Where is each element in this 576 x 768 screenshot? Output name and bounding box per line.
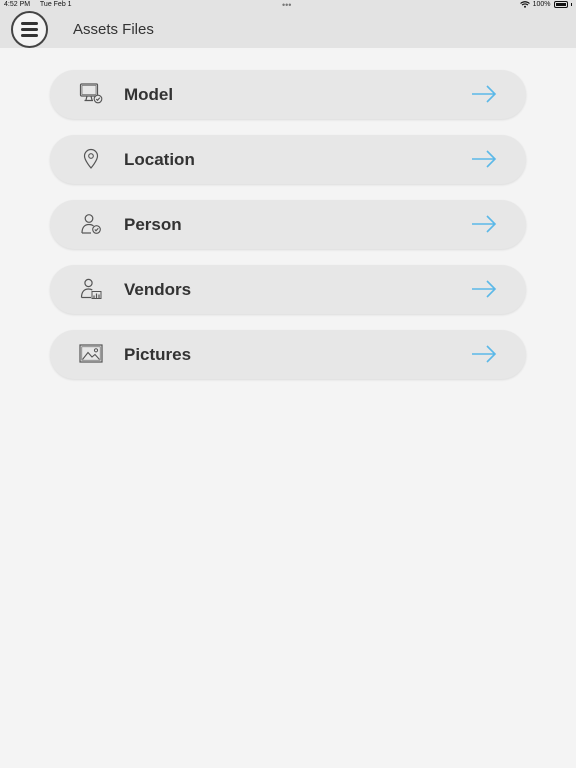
hamburger-icon-bar-middle	[21, 28, 38, 31]
status-right: 100%	[519, 1, 572, 8]
list-item-location[interactable]: Location	[50, 135, 526, 184]
list-item-vendors[interactable]: Vendors	[50, 265, 526, 314]
wifi-icon	[519, 1, 530, 8]
multitask-dots-icon[interactable]: •••	[282, 0, 291, 10]
hamburger-icon-bar-top	[21, 22, 38, 25]
arrow-right-icon[interactable]	[471, 84, 497, 104]
assets-files-list: Model Location Person Vendors Pictures	[50, 70, 526, 395]
status-date: Tue Feb 1	[39, 1, 72, 8]
status-left: 4:52 PM Tue Feb 1	[4, 1, 80, 8]
list-item-label: Vendors	[124, 280, 192, 299]
battery-nub	[570, 3, 572, 6]
status-time: 4:52 PM	[4, 1, 31, 8]
list-item-label: Model	[124, 85, 174, 104]
arrow-right-icon[interactable]	[471, 214, 497, 234]
arrow-right-icon[interactable]	[471, 344, 497, 364]
list-item-person[interactable]: Person	[50, 200, 526, 249]
list-item-label: Person	[124, 215, 182, 234]
status-bar: 4:52 PM Tue Feb 1 ••• 100%	[0, 0, 576, 12]
battery-icon	[553, 1, 568, 8]
list-item-label: Pictures	[124, 345, 192, 364]
arrow-right-icon[interactable]	[471, 149, 497, 169]
hamburger-icon-bar-bottom	[21, 34, 38, 37]
person-chart-icon	[80, 278, 102, 299]
arrow-right-icon[interactable]	[471, 279, 497, 299]
list-item-pictures[interactable]: Pictures	[50, 330, 526, 379]
picture-icon	[79, 344, 103, 363]
location-pin-icon	[83, 148, 99, 169]
nav-bar: Assets Files	[0, 12, 576, 48]
page-title: Assets Files	[73, 21, 154, 38]
list-item-label: Location	[124, 150, 195, 169]
battery-percent: 100%	[532, 1, 551, 8]
monitor-check-icon	[79, 83, 103, 104]
list-item-model[interactable]: Model	[50, 70, 526, 119]
person-check-icon	[81, 214, 101, 234]
hamburger-menu-button[interactable]	[11, 11, 48, 48]
